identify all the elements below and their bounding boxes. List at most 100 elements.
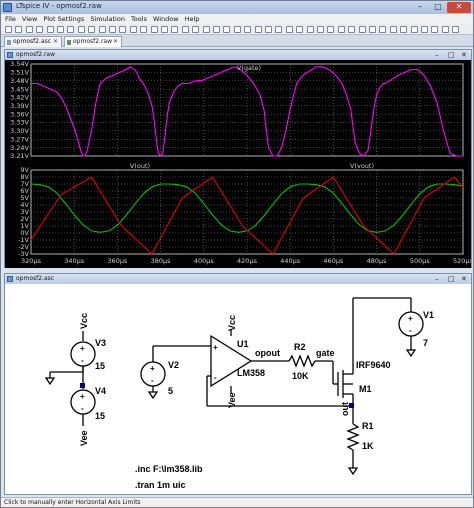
menu-simulation[interactable]: Simulation xyxy=(90,14,125,24)
out-net-label: out xyxy=(340,402,350,416)
toolbar-button[interactable] xyxy=(431,26,439,33)
junction-dot xyxy=(80,383,85,388)
toolbar-button[interactable] xyxy=(441,26,449,33)
v1-minus-marker: - xyxy=(409,326,412,335)
y-tick-label: 3.21V xyxy=(10,152,29,160)
waveform-window-titlebar[interactable]: opmosf2.raw – □ ✕ xyxy=(5,50,471,60)
toolbar-button[interactable] xyxy=(265,26,272,33)
close-icon[interactable]: ✕ xyxy=(461,274,467,284)
toolbar-button[interactable] xyxy=(296,26,304,33)
spice-directive-include: .inc F:\lm358.lib xyxy=(135,464,203,474)
toolbar-button[interactable] xyxy=(254,26,262,33)
v2-ref-label: V2 xyxy=(168,360,179,370)
title-bar: LTspice IV - opmosf2.raw – □ ✕ xyxy=(1,1,473,14)
toolbar-button[interactable] xyxy=(337,26,345,33)
toolbar-button[interactable] xyxy=(452,26,460,33)
toolbar-button[interactable] xyxy=(25,26,33,33)
toolbar-button[interactable] xyxy=(67,26,75,33)
opout-net-label: opout xyxy=(255,348,280,358)
v3-value-label: 15 xyxy=(95,361,105,371)
tab-close-icon[interactable]: ✕ xyxy=(53,37,58,47)
menu-window[interactable]: Window xyxy=(153,14,179,24)
toolbar-button[interactable] xyxy=(161,26,168,33)
toolbar-button[interactable] xyxy=(36,26,44,33)
toolbar-button[interactable] xyxy=(15,26,23,33)
close-button[interactable]: ✕ xyxy=(447,2,471,13)
v2-value-label: 5 xyxy=(168,386,173,396)
toolbar-button[interactable] xyxy=(400,26,408,33)
toolbar-button[interactable] xyxy=(327,26,335,33)
spice-directive-tran: .tran 1m uic xyxy=(135,480,186,490)
toolbar-button[interactable] xyxy=(275,26,283,33)
x-tick-label: 440µs xyxy=(280,257,301,265)
menu-help[interactable]: Help xyxy=(185,14,200,24)
toolbar-button[interactable] xyxy=(421,26,428,33)
menu-view[interactable]: View xyxy=(22,14,37,24)
toolbar-button[interactable] xyxy=(410,26,418,33)
maximize-icon[interactable]: □ xyxy=(448,274,455,284)
minimize-button[interactable]: – xyxy=(411,2,429,13)
toolbar xyxy=(1,24,473,35)
toolbar-button[interactable] xyxy=(213,26,220,33)
toolbar-button[interactable] xyxy=(5,26,12,33)
menu-plot-settings[interactable]: Plot Settings xyxy=(43,14,84,24)
toolbar-button[interactable] xyxy=(348,26,356,33)
y-tick-label: 3.39V xyxy=(10,102,29,110)
toolbar-button[interactable] xyxy=(317,26,324,33)
toolbar-button[interactable] xyxy=(306,26,314,33)
schematic-window-titlebar[interactable]: opmosf2.asc – □ ✕ xyxy=(5,274,471,284)
maximize-button[interactable]: □ xyxy=(429,2,447,13)
opamp-noninv-marker: + xyxy=(213,343,218,352)
tab-schematic-label: opmosf2.asc xyxy=(13,38,52,45)
v1-ref-label: V1 xyxy=(423,310,434,320)
toolbar-button[interactable] xyxy=(285,26,293,33)
y-tick-label: 3.42V xyxy=(10,94,29,102)
toolbar-button[interactable] xyxy=(77,26,85,33)
waveform-plot[interactable]: 3.54V3.51V3.48V3.45V3.42V3.39V3.36V3.33V… xyxy=(5,60,471,268)
y-tick-label: 3.30V xyxy=(10,127,29,135)
v3-ref-label: V3 xyxy=(95,338,106,348)
menu-tools[interactable]: Tools xyxy=(131,14,147,24)
m1-model-label: IRF9640 xyxy=(356,360,391,370)
tab-waveform[interactable]: opmosf2.raw ✕ xyxy=(64,36,122,47)
x-tick-label: 480µs xyxy=(367,257,388,265)
toolbar-button[interactable] xyxy=(181,26,189,33)
toolbar-button[interactable] xyxy=(358,26,366,33)
toolbar-button[interactable] xyxy=(192,26,200,33)
toolbar-button[interactable] xyxy=(140,26,148,33)
toolbar-button[interactable] xyxy=(109,26,116,33)
toolbar-button[interactable] xyxy=(98,26,106,33)
toolbar-button[interactable] xyxy=(88,26,96,33)
menu-file[interactable]: File xyxy=(5,14,16,24)
minimize-icon[interactable]: – xyxy=(435,50,439,60)
toolbar-button[interactable] xyxy=(389,26,397,33)
minimize-icon[interactable]: – xyxy=(435,274,439,284)
toolbar-button[interactable] xyxy=(119,26,127,33)
r2-value-label: 10K xyxy=(292,371,309,381)
toolbar-button[interactable] xyxy=(202,26,210,33)
y-tick-label: 3.36V xyxy=(10,110,29,118)
toolbar-button[interactable] xyxy=(244,26,252,33)
toolbar-button[interactable] xyxy=(369,26,376,33)
y-tick-label: 3.48V xyxy=(10,77,29,85)
v4-minus-marker: - xyxy=(81,404,84,413)
v3-plus-marker: + xyxy=(80,344,85,353)
gate-net-label: gate xyxy=(316,348,335,358)
waveform-window-icon xyxy=(7,52,13,58)
toolbar-button[interactable] xyxy=(233,26,241,33)
toolbar-button[interactable] xyxy=(171,26,179,33)
toolbar-button[interactable] xyxy=(379,26,387,33)
x-tick-label: 460µs xyxy=(323,257,344,265)
tab-schematic[interactable]: opmosf2.asc ✕ xyxy=(4,36,62,47)
close-icon[interactable]: ✕ xyxy=(461,50,467,60)
toolbar-button[interactable] xyxy=(57,26,64,33)
maximize-icon[interactable]: □ xyxy=(448,50,455,60)
schematic-canvas[interactable]: + - + - + - + - + - Vcc V3 15 V4 15 Vee … xyxy=(5,284,471,495)
schematic-window[interactable]: opmosf2.asc – □ ✕ + - + - + - + - + - Vc… xyxy=(4,273,472,495)
tab-close-icon[interactable]: ✕ xyxy=(113,37,118,47)
toolbar-button[interactable] xyxy=(223,26,231,33)
toolbar-button[interactable] xyxy=(150,26,158,33)
toolbar-button[interactable] xyxy=(129,26,137,33)
waveform-window[interactable]: opmosf2.raw – □ ✕ 3.54V 3.51V 3.48V 3.45V 3.… xyxy=(4,49,472,268)
toolbar-button[interactable] xyxy=(46,26,54,33)
